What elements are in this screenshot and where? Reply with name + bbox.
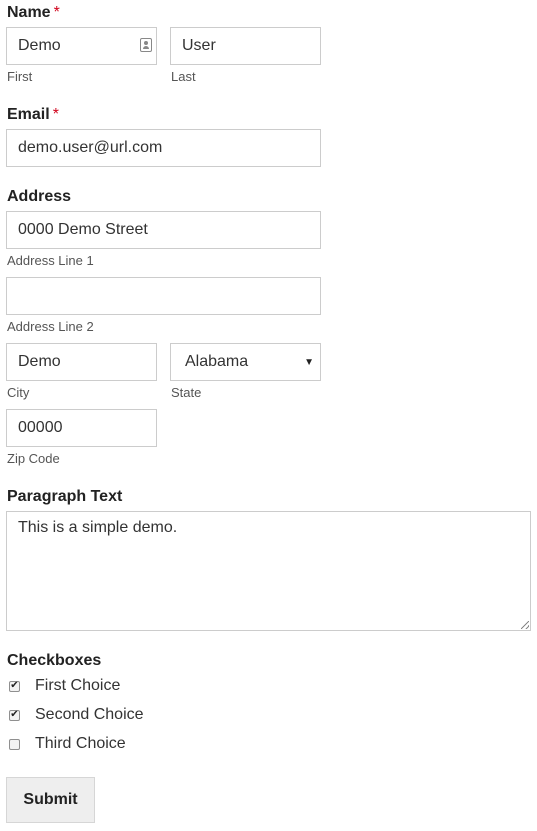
zip-sublabel: Zip Code — [7, 451, 60, 466]
name-label: Name * — [7, 4, 60, 21]
checkbox-second[interactable]: ✔ — [9, 709, 20, 721]
first-name-wrapper — [6, 27, 157, 65]
paragraph-label: Paragraph Text — [7, 488, 123, 505]
checkbox-first-label: First Choice — [35, 677, 121, 694]
email-label: Email * — [7, 106, 59, 123]
checkbox-row-first[interactable]: ✔ First Choice — [9, 676, 120, 696]
address-line2-input[interactable] — [6, 277, 321, 315]
email-input[interactable] — [6, 129, 321, 167]
checkbox-third-label: Third Choice — [35, 735, 126, 752]
address-line2-sublabel: Address Line 2 — [7, 319, 94, 334]
required-mark: * — [52, 106, 59, 123]
first-name-sublabel: First — [7, 69, 33, 84]
state-sublabel: State — [171, 385, 202, 400]
zip-input[interactable] — [6, 409, 157, 447]
resize-handle-icon[interactable] — [521, 621, 529, 629]
checkbox-third[interactable] — [9, 738, 20, 750]
address-label: Address — [7, 188, 72, 205]
paragraph-wrapper: This is a simple demo. — [6, 511, 531, 631]
city-sublabel: City — [7, 385, 30, 400]
address-line1-input[interactable] — [6, 211, 321, 249]
last-name-sublabel: Last — [171, 69, 196, 84]
submit-button[interactable]: Submit — [6, 777, 95, 823]
required-mark: * — [53, 4, 60, 21]
city-input[interactable] — [6, 343, 157, 381]
address-line1-sublabel: Address Line 1 — [7, 253, 94, 268]
checkbox-first[interactable]: ✔ — [9, 680, 20, 692]
checkbox-second-label: Second Choice — [35, 706, 144, 723]
checkbox-row-third[interactable]: Third Choice — [9, 734, 126, 754]
checkboxes-label: Checkboxes — [7, 652, 102, 669]
checkbox-row-second[interactable]: ✔ Second Choice — [9, 705, 144, 725]
paragraph-textarea[interactable]: This is a simple demo. — [6, 511, 531, 631]
state-selected-value: Alabama — [185, 353, 249, 370]
chevron-down-icon: ▼ — [304, 356, 314, 368]
state-select[interactable]: Alabama ▼ — [170, 343, 321, 381]
first-name-input[interactable] — [6, 27, 157, 65]
last-name-input[interactable] — [170, 27, 321, 65]
contact-card-icon[interactable] — [140, 38, 152, 52]
